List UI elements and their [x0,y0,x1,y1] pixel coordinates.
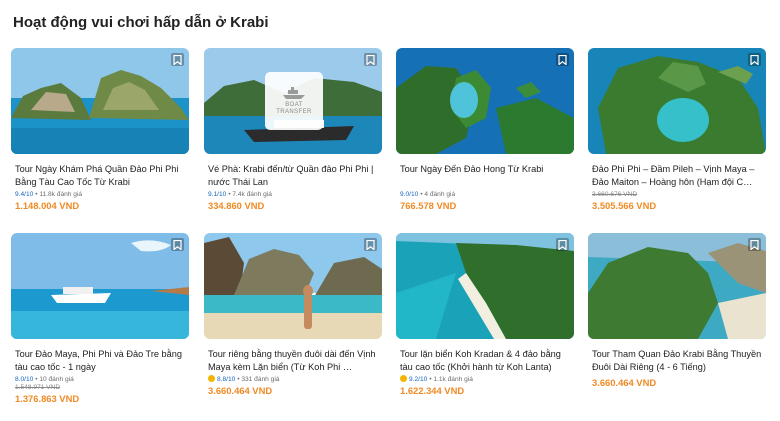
card-rating: 8.8/10 • 331 đánh giá [208,375,382,384]
card-price: 3.505.566 VND [592,200,657,211]
rating-score: 9.4/10 [15,191,34,198]
card-image[interactable] [588,48,766,154]
card-image[interactable] [11,233,189,339]
boat-transfer-badge: BOAT TRANSFER [265,72,323,130]
bookmark-icon[interactable] [748,53,761,66]
google-icon [400,375,407,382]
bookmark-icon[interactable] [171,53,184,66]
activity-card[interactable]: Tour Đảo Maya, Phi Phi và Đảo Tre bằng t… [11,233,189,404]
bookmark-icon[interactable] [364,238,377,251]
activity-card[interactable]: Tour Ngày Khám Phá Quần Đảo Phi Phi Bằng… [11,48,189,211]
card-image[interactable] [11,48,189,154]
card-price: 3.660.464 VND [592,377,657,388]
card-price: 3.660.464 VND [208,385,273,396]
card-title[interactable]: Tour riêng bằng thuyền đuôi dài đến Vịnh… [208,348,378,373]
card-image[interactable] [396,48,574,154]
badge-line-1: BOAT [285,102,303,108]
card-title[interactable]: Tour Ngày Đến Đảo Hong Từ Krabi [400,163,570,188]
card-price: 1.376.863 VND [15,393,80,404]
review-count: • 10 đánh giá [35,376,74,383]
page-title: Hoạt động vui chơi hấp dẫn ở Krabi [13,14,269,31]
card-price: 334.860 VND [208,200,265,211]
card-image[interactable] [396,233,574,339]
card-title[interactable]: Đảo Phi Phi – Đầm Pileh – Vịnh Maya – Đả… [592,163,762,188]
card-title[interactable]: Tour Đảo Maya, Phi Phi và Đảo Tre bằng t… [15,348,185,373]
original-price: 1.548.971 VND [15,384,61,391]
bookmark-icon[interactable] [556,238,569,251]
bookmark-icon[interactable] [364,53,377,66]
card-rating: 9.0/10 • 4 đánh giá [400,190,574,199]
card-price: 766.578 VND [400,200,457,211]
review-count: • 11.8k đánh giá [35,191,83,198]
badge-line-2: TRANSFER [276,109,312,115]
card-title[interactable]: Tour Tham Quan Đảo Krabi Bằng Thuyền Đuô… [592,348,762,373]
activity-card[interactable]: Tour lặn biển Koh Kradan & 4 đảo bằng tà… [396,233,574,396]
card-rating: 9.1/10 • 7.4k đánh giá [208,190,382,199]
card-title[interactable]: Tour lặn biển Koh Kradan & 4 đảo bằng tà… [400,348,570,373]
card-price: 1.622.344 VND [400,385,465,396]
review-count: • 7.4k đánh giá [228,191,272,198]
bookmark-icon[interactable] [748,238,761,251]
activity-card[interactable]: Đảo Phi Phi – Đầm Pileh – Vịnh Maya – Đả… [588,48,766,211]
card-title[interactable]: Tour Ngày Khám Phá Quần Đảo Phi Phi Bằng… [15,163,185,188]
rating-score: 9.1/10 [208,191,227,198]
rating-score: 9.0/10 [400,191,419,198]
original-price: 3.660.676 VND [592,191,638,198]
activity-card[interactable]: Tour Tham Quan Đảo Krabi Bằng Thuyền Đuô… [588,233,766,388]
review-count: • 4 đánh giá [420,191,456,198]
rating-score: 8.8/10 [217,376,236,383]
bookmark-icon[interactable] [556,53,569,66]
google-icon [208,375,215,382]
card-rating: 8.0/10 • 10 đánh giá [15,375,189,384]
bookmark-icon[interactable] [171,238,184,251]
review-count: • 331 đánh giá [237,376,280,383]
card-image[interactable]: BOAT TRANSFER [204,48,382,154]
card-rating: 9.2/10 • 1.1k đánh giá [400,375,574,384]
card-image[interactable] [204,233,382,339]
card-title[interactable]: Vé Phà: Krabi đến/từ Quần đảo Phi Phi | … [208,163,378,188]
review-count: • 1.1k đánh giá [429,376,473,383]
card-price: 1.148.004 VND [15,200,80,211]
card-image[interactable] [588,233,766,339]
boat-icon [283,87,305,99]
card-rating: 9.4/10 • 11.8k đánh giá [15,190,189,199]
rating-score: 9.2/10 [409,376,428,383]
activity-card[interactable]: BOAT TRANSFER Vé Phà: Krabi đến/từ Quần đ… [204,48,382,211]
activity-card[interactable]: Tour riêng bằng thuyền đuôi dài đến Vịnh… [204,233,382,396]
activity-card[interactable]: Tour Ngày Đến Đảo Hong Từ Krabi 9.0/10 •… [396,48,574,211]
rating-score: 8.0/10 [15,376,34,383]
